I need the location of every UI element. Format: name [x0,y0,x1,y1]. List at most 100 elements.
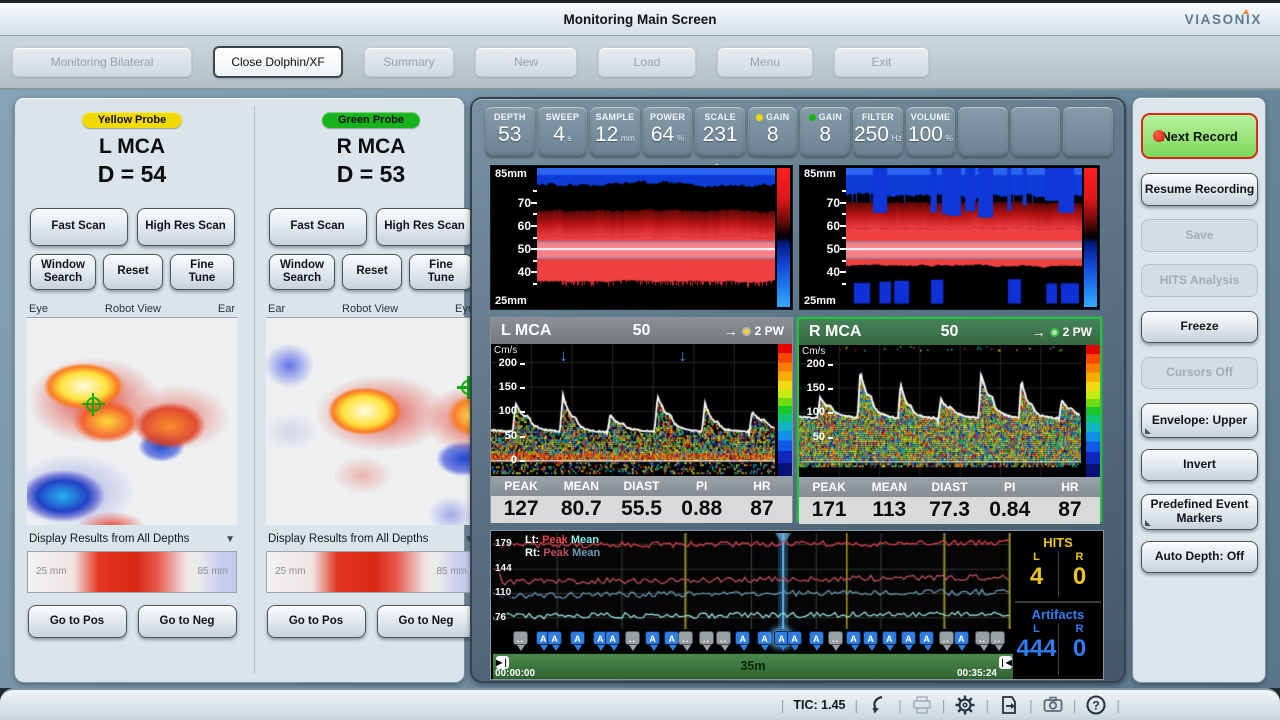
high-res-scan-button[interactable]: High Res Scan [376,208,474,246]
fine-tune-button[interactable]: Fine Tune [170,254,234,290]
event-marker-pin[interactable]: A [863,631,878,645]
toolbar-button-new[interactable]: New [475,47,577,77]
robot-view-heatmap[interactable] [27,318,237,525]
event-marker-pin[interactable]: A [547,631,562,645]
chevron-down-icon: ▼ [225,534,235,545]
monitoring-main-screen: Monitoring Main Screen VIASONIX Monitori… [0,0,1280,720]
resume-recording-button[interactable]: Resume Recording [1141,173,1258,206]
envelope-upper-button[interactable]: Envelope: Upper [1141,403,1258,438]
camera-icon[interactable] [1042,694,1064,716]
mmode-display-right[interactable]: 85mm25mm70605040 [799,165,1100,310]
top-toolbar: Monitoring Bilateral Close Dolphin/XF Summ… [0,36,1280,90]
next-record-button[interactable]: Next Record [1141,113,1258,159]
undo-icon[interactable] [867,694,889,716]
param-value: 12 mm [590,122,640,151]
reset-button[interactable]: Reset [342,254,402,290]
param-tile-sweep[interactable]: SWEEP4 s [538,107,588,157]
param-unit: % [943,133,953,143]
param-tile-filter[interactable]: FILTER250 Hz [853,107,903,157]
param-tile-volume[interactable]: VOLUME100 % [906,107,956,157]
probe-color-dot [742,327,751,336]
stat-header-mean: MEAN [551,476,611,496]
event-marker-pin[interactable]: A [787,631,802,645]
event-marker-pin[interactable]: .. [716,631,731,645]
hits-analysis-button[interactable]: HITS Analysis [1141,264,1258,297]
toolbar-button-close-dolphin-xf[interactable]: Close Dolphin/XF [213,46,343,78]
display-results-dropdown[interactable]: Display Results from All Depths▼ [29,533,235,545]
high-res-scan-button[interactable]: High Res Scan [137,208,235,246]
toolbar-button-menu[interactable]: Menu [717,47,813,77]
cursors-off-button[interactable]: Cursors Off [1141,357,1258,389]
invert-button[interactable]: Invert [1141,449,1258,481]
depth-result-scale[interactable]: 25 mm85 mm [266,551,476,593]
event-marker-pin[interactable]: A [735,631,750,645]
help-icon[interactable]: ? [1085,694,1107,716]
printer-icon[interactable] [911,694,933,716]
event-marker-pin[interactable]: A [954,631,969,645]
param-tile-gain[interactable]: GAIN8 [800,107,850,157]
event-marker-pin[interactable]: .. [513,631,528,645]
display-results-dropdown[interactable]: Display Results from All Depths▼ [268,533,474,545]
go-to-neg-button[interactable]: Go to Neg [377,605,476,638]
event-marker-pin[interactable]: A [901,631,916,645]
window-search-button[interactable]: Window Search [30,254,96,290]
robot-view-right-label: Ear [218,303,235,315]
probe-divider [254,106,255,674]
mmode-display-left[interactable]: 85mm25mm70605040 [490,165,793,310]
event-marker-pin[interactable]: A [757,631,772,645]
param-label: FILTER [853,112,903,122]
event-marker-pin[interactable]: .. [975,631,990,645]
export-icon[interactable] [998,694,1020,716]
param-value: 4 s [538,122,588,151]
fine-tune-button[interactable]: Fine Tune [409,254,473,290]
param-tile-gain[interactable]: GAIN8 [748,107,798,157]
go-to-neg-button[interactable]: Go to Neg [138,605,237,638]
vessel-label: R MCA [258,135,484,159]
trend-y-tick: 144 [494,563,513,574]
param-label: GAIN [748,112,798,122]
timeline-window-length: 35m [493,659,1013,673]
reset-button[interactable]: Reset [103,254,163,290]
toolbar-button-monitoring-bilateral[interactable]: Monitoring Bilateral [12,47,192,77]
param-tile-power[interactable]: POWER64 % [643,107,693,157]
spectrogram-left[interactable]: L MCA50→2 PWCm/s200150100500↓↓PEAKMEANDI… [490,317,793,522]
param-tile-scale[interactable]: SCALE231 Cm [695,107,745,157]
param-tile-depth[interactable]: DEPTH53 [485,107,535,157]
fast-scan-button[interactable]: Fast Scan [269,208,367,246]
event-marker-pin[interactable]: .. [939,631,954,645]
go-to-pos-button[interactable]: Go to Pos [28,605,127,638]
settings-gear-icon[interactable] [954,694,976,716]
viasonix-logo: VIASONIX [1185,12,1262,27]
spectral-plot[interactable]: Cm/s200150100500↓↓ [491,344,792,476]
toolbar-button-exit[interactable]: Exit [834,47,929,77]
event-marker-pin[interactable]: A [645,631,660,645]
predefined-event-markers-button[interactable]: Predefined Event Markers [1141,494,1258,530]
event-marker-pin[interactable]: .. [625,631,640,645]
toolbar-button-summary[interactable]: Summary [364,47,454,77]
spectrogram-right[interactable]: R MCA50→2 PWCm/s20015010050PEAKMEANDIAST… [797,317,1102,522]
auto-depth-off-button[interactable]: Auto Depth: Off [1141,541,1258,573]
event-marker-pin[interactable]: A [882,631,897,645]
robot-view-heatmap[interactable] [266,318,476,525]
toolbar-button-load[interactable]: Load [598,47,696,77]
spectral-plot[interactable]: Cm/s20015010050 [799,345,1100,477]
window-search-button[interactable]: Window Search [269,254,335,290]
event-marker-pin[interactable]: A [919,631,934,645]
depth-result-scale[interactable]: 25 mm85 mm [27,551,237,593]
save-button[interactable]: Save [1141,219,1258,252]
event-marker-pin[interactable]: A [664,631,679,645]
event-marker-pin[interactable]: .. [990,631,1005,645]
timeline-bar[interactable]: ▶❘ ❘◀ 00:00:00 35m 00:35:24 [493,653,1013,679]
event-marker-pin[interactable]: .. [828,631,843,645]
fast-scan-button[interactable]: Fast Scan [30,208,128,246]
event-marker-pin[interactable]: A [809,631,824,645]
event-marker-pin[interactable]: A [570,631,585,645]
event-marker-pin[interactable]: .. [678,631,693,645]
mmode-axis-top: 85mm [495,168,527,180]
param-tile-sample[interactable]: SAMPLE12 mm [590,107,640,157]
go-to-pos-button[interactable]: Go to Pos [267,605,366,638]
event-marker-pin[interactable]: A [846,631,861,645]
event-marker-pin[interactable]: .. [699,631,714,645]
event-marker-pin[interactable]: A [605,631,620,645]
freeze-button[interactable]: Freeze [1141,311,1258,343]
